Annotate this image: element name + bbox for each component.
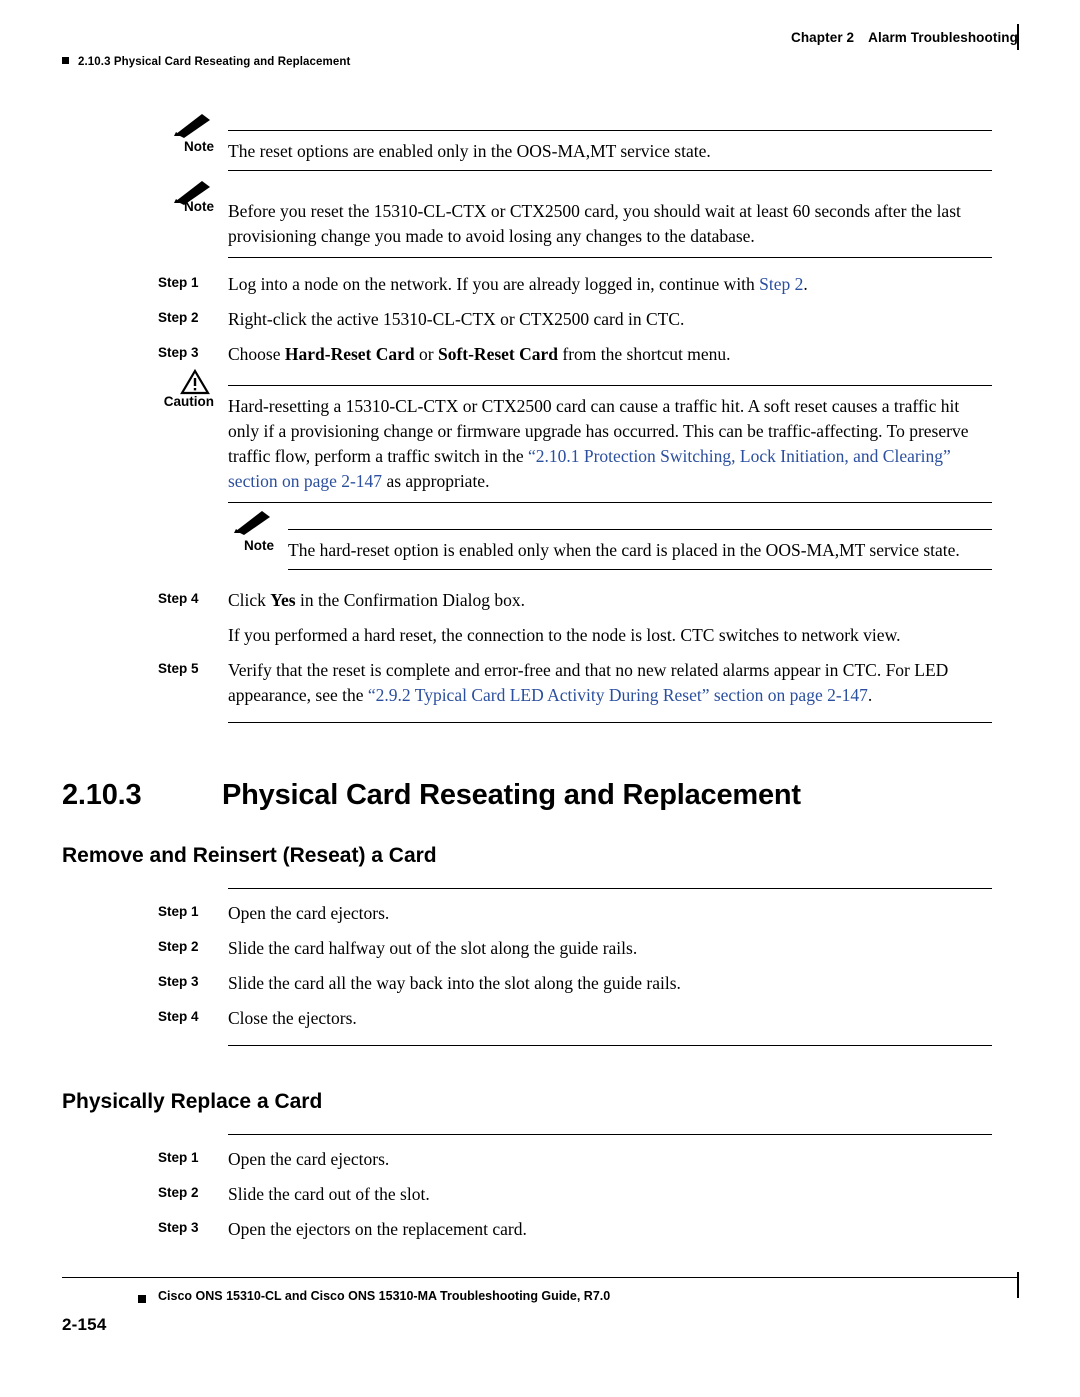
reseat-step-1-text: Open the card ejectors. (228, 903, 390, 923)
step-4-text-b: in the Confirmation Dialog box. (295, 590, 525, 610)
note-2-text: Before you reset the 15310-CL-CTX or CTX… (228, 201, 961, 246)
step-4-bold: Yes (270, 590, 296, 610)
step-row: Step 2 Right-click the active 15310-CL-C… (62, 307, 992, 332)
step-1-text-a: Log into a node on the network. If you a… (228, 274, 760, 294)
page-content: Note The reset options are enabled only … (62, 114, 992, 1242)
table-row: Step 1 Open the card ejectors. (62, 901, 992, 926)
note-pencil-icon (174, 181, 210, 205)
step-3-text-b: or (414, 344, 438, 364)
header-chapter-info: Chapter 2 Alarm Troubleshooting (790, 24, 1019, 50)
caution-label: Caution (163, 394, 214, 409)
step-2-label: Step 2 (158, 310, 199, 325)
reseat-rule-top (228, 888, 992, 889)
replace-rule-top (228, 1134, 992, 1135)
step-row: Step 4 Click Yes in the Confirmation Dia… (62, 588, 992, 613)
replace-step-1-text: Open the card ejectors. (228, 1149, 390, 1169)
header-rule-mark (1017, 24, 1019, 50)
note-3-text: The hard-reset option is enabled only wh… (288, 540, 960, 560)
note-1-text: The reset options are enabled only in th… (228, 141, 711, 161)
note-3-label: Note (244, 538, 274, 553)
caution-text-2: as appropriate. (382, 471, 490, 491)
caution-text: Hard-resetting a 15310-CL-CTX or CTX2500… (228, 394, 992, 496)
table-row: Step 1 Open the card ejectors. (62, 1147, 992, 1172)
step-row: Step 5 Verify that the reset is complete… (62, 658, 992, 708)
replace-step-3-label: Step 3 (158, 1220, 199, 1235)
note-1-label: Note (184, 139, 214, 154)
step-3-label: Step 3 (158, 345, 199, 360)
table-row: Step 3 Open the ejectors on the replacem… (62, 1217, 992, 1242)
replace-step-2-label: Step 2 (158, 1185, 199, 1200)
bullet-square-icon (62, 57, 69, 64)
table-row: Step 2 Slide the card out of the slot. (62, 1182, 992, 1207)
replace-step-3-text: Open the ejectors on the replacement car… (228, 1219, 527, 1239)
note-block-3: Note The hard-reset option is enabled on… (122, 511, 992, 570)
note-block-2: Note Before you reset the 15310-CL-CTX o… (62, 181, 992, 258)
step-3-text-c: from the shortcut menu. (558, 344, 731, 364)
step-row: Step 1 Log into a node on the network. I… (62, 272, 992, 297)
table-row: Step 4 Close the ejectors. (62, 1006, 992, 1031)
section-heading: 2.10.3 Physical Card Reseating and Repla… (62, 779, 992, 812)
step-5-link[interactable]: “2.9.2 Typical Card LED Activity During … (368, 685, 868, 705)
header-chapter-number: Chapter 2 (790, 30, 855, 45)
note-3-rule-bottom (288, 569, 992, 570)
step-5-label: Step 5 (158, 661, 199, 676)
step-1-text: Log into a node on the network. If you a… (228, 272, 992, 297)
footer-rule (62, 1272, 1019, 1298)
section-heading-number: 2.10.3 (62, 779, 142, 811)
replace-step-1-label: Step 1 (158, 1150, 199, 1165)
table-row: Step 3 Slide the card all the way back i… (62, 971, 992, 996)
step-5-text: Verify that the reset is complete and er… (228, 658, 992, 708)
reseat-step-1-label: Step 1 (158, 904, 199, 919)
reseat-step-2-label: Step 2 (158, 939, 199, 954)
note-2-rule-bottom (228, 257, 992, 258)
breadcrumb: 2.10.3 Physical Card Reseating and Repla… (62, 56, 350, 68)
step-4-text-a: Click (228, 590, 271, 610)
caution-block: Caution Hard-resetting a 15310-CL-CTX or… (62, 369, 992, 503)
step-1-link[interactable]: Step 2 (759, 274, 803, 294)
note-pencil-icon (234, 511, 270, 535)
step-2-text: Right-click the active 15310-CL-CTX or C… (228, 309, 685, 329)
page-footer: Cisco ONS 15310-CL and Cisco ONS 15310-M… (62, 1272, 1019, 1337)
table-row: Step 2 Slide the card halfway out of the… (62, 936, 992, 961)
step-4-text: Click Yes in the Confirmation Dialog box… (228, 588, 992, 613)
step-row: Step 3 Choose Hard-Reset Card or Soft-Re… (62, 342, 992, 367)
step-1-label: Step 1 (158, 275, 199, 290)
subsection-heading-reseat: Remove and Reinsert (Reseat) a Card (62, 844, 437, 867)
note-block-1: Note The reset options are enabled only … (62, 114, 992, 171)
step-4-label: Step 4 (158, 591, 199, 606)
reseat-step-2-text: Slide the card halfway out of the slot a… (228, 938, 638, 958)
replace-step-2-text: Slide the card out of the slot. (228, 1184, 430, 1204)
reseat-step-3-label: Step 3 (158, 974, 199, 989)
bullet-square-icon (138, 1295, 146, 1303)
header-chapter-title: Alarm Troubleshooting (868, 30, 1018, 45)
note-3-rule-top (288, 529, 992, 530)
section-heading-title: Physical Card Reseating and Replacement (222, 779, 801, 811)
step-3-bold-1: Hard-Reset Card (284, 344, 415, 364)
page-number: 2-154 (62, 1315, 107, 1334)
step-3-text: Choose Hard-Reset Card or Soft-Reset Car… (228, 342, 992, 367)
reseat-step-3-text: Slide the card all the way back into the… (228, 973, 681, 993)
footer-rule-mark (1017, 1272, 1019, 1298)
footer-title: Cisco ONS 15310-CL and Cisco ONS 15310-M… (158, 1289, 611, 1303)
section-end-rule (228, 722, 992, 723)
step-5-text-b: . (867, 685, 873, 705)
subsection-heading-replace: Physically Replace a Card (62, 1090, 323, 1113)
caution-rule-top (228, 385, 992, 386)
note-1-rule-bottom (228, 170, 992, 171)
step-3-bold-2: Soft-Reset Card (437, 344, 559, 364)
caution-triangle-icon (180, 369, 210, 395)
page-header: Chapter 2 Alarm Troubleshooting 2.10.3 Ph… (62, 24, 1019, 76)
note-pencil-icon (174, 114, 210, 138)
caution-rule-bottom (228, 502, 992, 503)
step-3-text-a: Choose (228, 344, 285, 364)
document-page: Chapter 2 Alarm Troubleshooting 2.10.3 Ph… (0, 0, 1080, 1397)
note-1-rule-top (228, 130, 992, 131)
step-1-text-b: . (803, 274, 808, 294)
step-4-continuation: If you performed a hard reset, the conne… (228, 625, 901, 645)
breadcrumb-label: 2.10.3 Physical Card Reseating and Repla… (78, 56, 351, 68)
reseat-step-4-text: Close the ejectors. (228, 1008, 357, 1028)
reseat-rule-bottom (228, 1045, 992, 1046)
reseat-step-4-label: Step 4 (158, 1009, 199, 1024)
